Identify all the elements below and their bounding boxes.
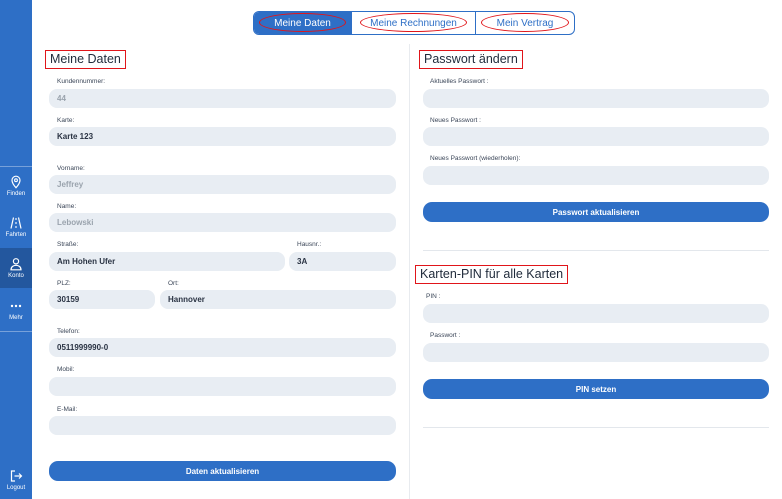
sidebar-item-finden[interactable]: Finden [0, 166, 32, 206]
annotation-ring [481, 13, 569, 32]
section-divider [423, 427, 769, 428]
pin-setzen-button[interactable]: PIN setzen [423, 379, 769, 399]
pin-field[interactable] [423, 304, 769, 323]
sidebar-item-mehr[interactable]: Mehr [0, 290, 32, 330]
road-icon [10, 216, 22, 229]
vorname-label: Vorname: [57, 165, 85, 172]
user-icon [10, 257, 22, 270]
email-label: E-Mail: [57, 406, 78, 413]
name-field: Lebowski [49, 213, 396, 232]
annotation-ring [360, 13, 467, 32]
strasse-label: Straße: [57, 241, 79, 248]
logout-button[interactable]: Logout [0, 461, 32, 499]
sidebar-item-label: Mehr [9, 314, 23, 321]
map-pin-icon [11, 175, 21, 189]
name-label: Name: [57, 203, 77, 210]
kundennummer-label: Kundennummer: [57, 78, 106, 85]
tab-meine-daten[interactable]: Meine Daten [254, 12, 351, 34]
pin-passwort-label: Passwort : [430, 332, 461, 339]
sidebar-item-label: Konto [8, 272, 24, 279]
sidebar-item-fahrten[interactable]: Fahrten [0, 207, 32, 247]
neues-passwort-label: Neues Passwort : [430, 117, 481, 124]
mobil-label: Mobil: [57, 366, 75, 373]
section-title-karten-pin: Karten-PIN für alle Karten [415, 265, 569, 284]
plz-label: PLZ: [57, 280, 71, 287]
vorname-field: Jeffrey [49, 175, 396, 194]
telefon-label: Telefon: [57, 328, 80, 335]
sidebar-item-label: Finden [6, 190, 26, 197]
sidebar-divider [0, 331, 32, 332]
telefon-field[interactable]: 0511999990-0 [49, 338, 396, 357]
karte-field[interactable]: Karte 123 [49, 127, 396, 146]
plz-field[interactable]: 30159 [49, 290, 155, 309]
passwort-aktualisieren-button[interactable]: Passwort aktualisieren [423, 202, 769, 222]
logout-label: Logout [6, 484, 26, 491]
more-dots-icon [10, 304, 22, 307]
mobil-field[interactable] [49, 377, 396, 396]
pin-label: PIN : [426, 293, 441, 300]
neues-passwort-wiederholen-label: Neues Passwort (wiederholen): [430, 155, 521, 162]
neues-passwort-wiederholen-field[interactable] [423, 166, 769, 185]
tab-bar: Meine Daten Meine Rechnungen Mein Vertra… [253, 11, 575, 35]
sidebar-item-konto[interactable]: Konto [0, 248, 32, 288]
hausnr-field[interactable]: 3A [289, 252, 396, 271]
daten-aktualisieren-button[interactable]: Daten aktualisieren [49, 461, 396, 481]
aktuelles-passwort-field[interactable] [423, 89, 769, 108]
column-divider [409, 44, 410, 499]
tab-meine-rechnungen[interactable]: Meine Rechnungen [351, 12, 475, 34]
aktuelles-passwort-label: Aktuelles Passwort : [430, 78, 489, 85]
annotation-ring [259, 13, 346, 32]
pin-passwort-field[interactable] [423, 343, 769, 362]
karte-label: Karte: [57, 117, 75, 124]
strasse-field[interactable]: Am Hohen Ufer [49, 252, 285, 271]
logout-icon [10, 469, 23, 482]
sidebar-item-label: Fahrten [5, 231, 27, 238]
section-divider [423, 250, 769, 251]
kundennummer-field: 44 [49, 89, 396, 108]
sidebar: Finden Fahrten Konto Mehr Logout [0, 0, 32, 499]
email-field[interactable] [49, 416, 396, 435]
ort-field[interactable]: Hannover [160, 290, 396, 309]
hausnr-label: Hausnr.: [297, 241, 322, 248]
section-title-passwort: Passwort ändern [419, 50, 523, 69]
neues-passwort-field[interactable] [423, 127, 769, 146]
tab-mein-vertrag[interactable]: Mein Vertrag [475, 12, 574, 34]
section-title-meine-daten: Meine Daten [45, 50, 126, 69]
ort-label: Ort: [168, 280, 179, 287]
